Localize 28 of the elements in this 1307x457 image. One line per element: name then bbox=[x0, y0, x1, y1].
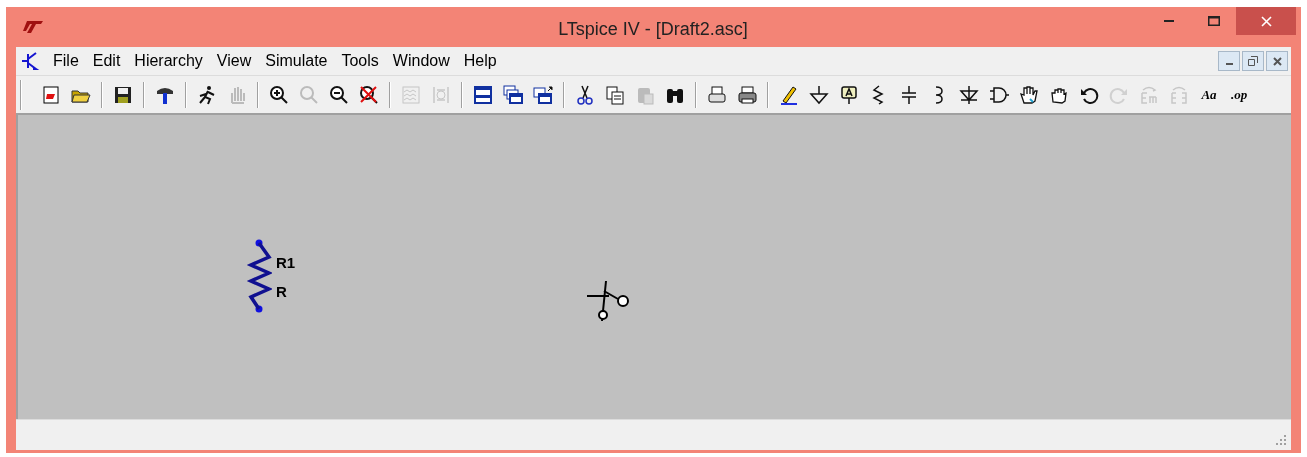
text-tool-button[interactable]: .op bbox=[1224, 82, 1254, 107]
menu-item[interactable]: View bbox=[209, 49, 259, 73]
transistor-icon bbox=[20, 51, 40, 71]
minimize-icon bbox=[1225, 63, 1233, 65]
resize-grip-icon[interactable] bbox=[1276, 435, 1287, 446]
menu-item[interactable]: File bbox=[46, 49, 86, 73]
schematic-canvas[interactable]: R1 R bbox=[16, 115, 1291, 419]
component-label: R1 bbox=[276, 255, 296, 270]
window-title: LTspice IV - [Draft2.asc] bbox=[557, 18, 749, 41]
close-icon bbox=[1272, 56, 1282, 66]
menu-item[interactable]: Edit bbox=[85, 49, 128, 73]
menu-item[interactable]: Simulate bbox=[258, 49, 335, 73]
resistor-symbol[interactable] bbox=[246, 239, 272, 313]
menu-item[interactable]: Help bbox=[456, 49, 504, 73]
menu-item[interactable]: Window bbox=[385, 49, 457, 73]
maximize-icon bbox=[1207, 16, 1220, 26]
restore-button[interactable] bbox=[1242, 51, 1264, 71]
text-tool-button[interactable]: Aa bbox=[1194, 82, 1224, 107]
component-label: R bbox=[276, 284, 287, 299]
minimize-button[interactable] bbox=[1218, 51, 1240, 71]
close-button[interactable] bbox=[1266, 51, 1288, 71]
menu-item[interactable]: Hierarchy bbox=[127, 49, 210, 73]
logo-icon bbox=[22, 20, 44, 34]
restore-icon bbox=[1248, 56, 1258, 66]
minimize-icon bbox=[1163, 20, 1174, 22]
menu-item[interactable]: Tools bbox=[334, 49, 386, 73]
close-icon bbox=[1260, 15, 1272, 27]
scissors-cursor-icon bbox=[586, 279, 631, 323]
